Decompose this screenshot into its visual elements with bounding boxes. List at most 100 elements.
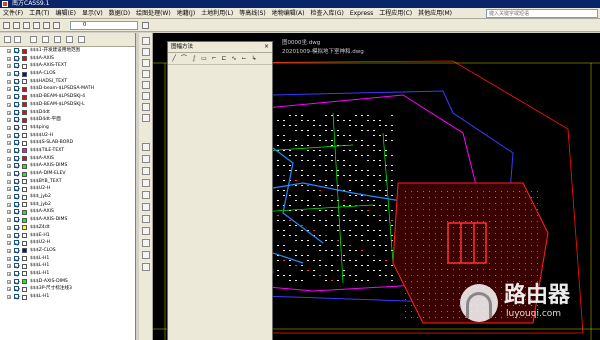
layer-color-swatch[interactable]	[22, 233, 27, 238]
expand-icon[interactable]: +	[7, 141, 11, 146]
expand-icon[interactable]: +	[7, 64, 11, 69]
layer-properties-icon[interactable]	[66, 36, 73, 43]
expand-icon[interactable]: +	[7, 156, 11, 161]
layer-color-swatch[interactable]	[22, 248, 27, 254]
layer-visible-checkbox[interactable]	[14, 140, 19, 146]
hatch-icon[interactable]	[142, 103, 150, 111]
layer-color-swatch[interactable]	[22, 179, 27, 185]
move-icon[interactable]	[142, 167, 150, 175]
measure-icon[interactable]	[142, 251, 150, 259]
all-off-icon[interactable]	[42, 36, 49, 43]
layer-combo[interactable]: 0	[70, 21, 138, 30]
polyline-icon[interactable]	[142, 59, 150, 67]
match-layer-icon[interactable]	[142, 22, 149, 29]
expand-icon[interactable]: +	[7, 49, 11, 53]
layer-row[interactable]: + $$$U2-H	[0, 239, 135, 247]
layer-visible-checkbox[interactable]	[14, 294, 19, 299]
wave-tool-icon[interactable]: ∿	[230, 55, 238, 63]
expand-icon[interactable]: +	[7, 210, 11, 215]
open-icon[interactable]	[13, 22, 20, 29]
fillet-icon[interactable]	[142, 239, 150, 247]
layer-color-swatch[interactable]	[22, 186, 27, 192]
expand-icon[interactable]: +	[7, 87, 11, 92]
layer-row[interactable]: + $$$3P-尺寸标注线3	[0, 285, 135, 293]
expand-icon[interactable]: +	[7, 264, 11, 269]
layer-visible-checkbox[interactable]	[14, 63, 19, 69]
menu-view[interactable]: 显示(V)	[79, 8, 106, 19]
layer-row[interactable]: + $$$A-AXIS-DIMS	[0, 162, 135, 170]
layer-row[interactable]: + $$$BYB_TEXT	[0, 178, 135, 186]
layer-row[interactable]: + $$$_jyb2	[0, 193, 135, 201]
layer-row[interactable]: + $$$A-AXIS	[0, 155, 135, 163]
layer-row[interactable]: + $$$A-AXIS	[0, 208, 135, 216]
corner-tool-icon[interactable]: ⌐	[210, 55, 218, 63]
sun-icon[interactable]	[53, 22, 60, 29]
expand-icon[interactable]: +	[7, 233, 11, 238]
layer-color-swatch[interactable]	[22, 240, 27, 246]
layer-row[interactable]: + $$$E-H1	[0, 232, 135, 240]
layer-visible-checkbox[interactable]	[14, 55, 19, 61]
layer-row[interactable]: + $$$U2-H	[0, 185, 135, 193]
layer-color-swatch[interactable]	[22, 194, 27, 200]
layer-color-swatch[interactable]	[22, 156, 27, 162]
layer-color-swatch[interactable]	[22, 171, 27, 177]
save-icon[interactable]	[23, 22, 30, 29]
expand-icon[interactable]: +	[7, 287, 11, 292]
layer-color-swatch[interactable]	[22, 48, 27, 54]
layer-visible-checkbox[interactable]	[14, 263, 19, 269]
layer-row[interactable]: + $$$$S-SLAB-BORD	[0, 139, 135, 147]
menu-data[interactable]: 数据(D)	[106, 8, 133, 19]
expand-icon[interactable]: +	[7, 102, 11, 107]
menu-feature-edit[interactable]: 地物编辑(A)	[269, 8, 308, 19]
menu-other[interactable]: 其他应用(M)	[415, 8, 455, 19]
menu-contour[interactable]: 等高线(S)	[236, 8, 269, 19]
layer-visible-checkbox[interactable]	[14, 201, 19, 207]
layer-color-swatch[interactable]	[22, 117, 27, 123]
dimension-icon[interactable]	[142, 143, 150, 151]
layer-color-swatch[interactable]	[22, 110, 27, 115]
expand-icon[interactable]: +	[7, 172, 11, 176]
layer-visible-checkbox[interactable]	[14, 194, 19, 200]
layer-color-swatch[interactable]	[22, 294, 27, 300]
layer-row[interactable]: + $$$1-开发建设用地范围	[0, 47, 135, 55]
layer-visible-checkbox[interactable]	[14, 109, 19, 115]
layer-row[interactable]: + $$$A-AXIS-TEXT	[0, 62, 135, 70]
checklist-icon[interactable]	[78, 36, 85, 43]
layer-color-swatch[interactable]	[22, 163, 27, 169]
search-input[interactable]	[486, 9, 598, 18]
layer-color-swatch[interactable]	[22, 217, 27, 223]
layer-row[interactable]: + $$$Z4dt	[0, 224, 135, 232]
layer-row[interactable]: + $$$L-H1	[0, 255, 135, 263]
hook-tool-icon[interactable]: ↳	[250, 55, 258, 63]
layer-visible-checkbox[interactable]	[14, 171, 19, 176]
layer-color-swatch[interactable]	[22, 140, 27, 146]
layer-visible-checkbox[interactable]	[14, 132, 19, 138]
menu-drawing[interactable]: 绘图处理(W)	[133, 8, 174, 19]
expand-icon[interactable]: +	[7, 110, 11, 115]
all-on-icon[interactable]	[30, 36, 37, 43]
expand-icon[interactable]: +	[7, 95, 11, 100]
bulb-icon[interactable]	[43, 22, 50, 29]
layer-row[interactable]: + $$$$U2-H	[0, 132, 135, 140]
expand-icon[interactable]: +	[7, 256, 11, 261]
expand-icon[interactable]: +	[7, 218, 11, 223]
expand-icon[interactable]: +	[7, 164, 11, 169]
layer-color-swatch[interactable]	[22, 279, 27, 285]
layer-color-swatch[interactable]	[22, 63, 27, 69]
layer-visible-checkbox[interactable]	[14, 270, 19, 276]
layer-visible-checkbox[interactable]	[14, 48, 19, 53]
layer-color-swatch[interactable]	[22, 56, 27, 62]
layer-color-swatch[interactable]	[22, 286, 27, 292]
rect-tool-icon[interactable]: ▭	[200, 55, 208, 63]
layer-row[interactable]: + $$$A-DIM-ELEV	[0, 170, 135, 178]
text-icon[interactable]	[142, 114, 150, 122]
expand-icon[interactable]: +	[7, 56, 11, 61]
menu-check[interactable]: 检查入库(G)	[308, 8, 347, 19]
expand-icon[interactable]: +	[7, 279, 11, 284]
menu-cadastre[interactable]: 地籍(J)	[174, 8, 198, 19]
rotate-icon[interactable]	[142, 191, 150, 199]
layer-row[interactable]: + $$$ping	[0, 124, 135, 132]
layer-row[interactable]: + $$$D4dt	[0, 109, 135, 117]
layer-visible-checkbox[interactable]	[14, 178, 19, 184]
layer-color-swatch[interactable]	[22, 256, 27, 262]
